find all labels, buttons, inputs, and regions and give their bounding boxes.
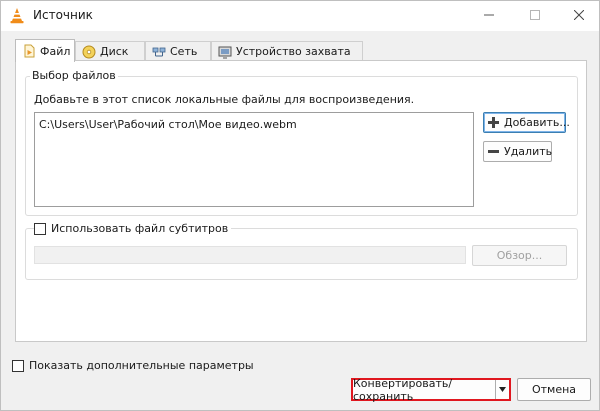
minimize-icon [484,14,494,16]
file-tab-panel: Выбор файлов Добавьте в этот список лока… [15,60,587,342]
maximize-button[interactable] [513,1,557,29]
use-subtitles-label: Использовать файл субтитров [51,222,229,235]
remove-button-label: Удалить [504,145,553,158]
disc-icon [82,45,96,58]
use-subtitles-checkbox-box[interactable] [34,222,46,235]
show-advanced-options-box[interactable] [12,359,24,372]
network-icon [152,47,166,56]
file-list[interactable]: C:\Users\User\Рабочий стол\Мое видео.web… [34,112,474,207]
chevron-down-icon [499,387,506,392]
subtitle-path-field [34,246,466,264]
add-button-label: Добавить... [504,116,570,129]
convert-dropdown-button[interactable] [496,380,509,399]
file-icon [24,44,35,58]
tab-disc[interactable]: Диск [75,41,145,61]
window-title: Источник [33,8,93,22]
convert-save-split-button: Конвертировать/сохранить [351,377,511,403]
file-selection-hint: Добавьте в этот список локальные файлы д… [34,93,415,106]
minus-icon [488,146,499,157]
add-button[interactable]: Добавить... [483,112,570,133]
remove-button[interactable]: Удалить [483,141,552,162]
file-selection-label: Выбор файлов [30,69,118,82]
show-advanced-options-label: Показать дополнительные параметры [29,359,254,372]
plus-icon [488,117,499,128]
source-dialog: Источник Файл Диск Сеть Устройство захва… [0,0,600,411]
close-button[interactable] [557,1,600,29]
convert-save-button[interactable]: Конвертировать/сохранить [353,377,496,403]
tab-network[interactable]: Сеть [145,41,211,61]
tab-disc-label: Диск [100,45,129,58]
use-subtitles-checkbox[interactable]: Использовать файл субтитров [34,222,232,235]
cancel-button[interactable]: Отмена [517,378,591,401]
vlc-cone-icon [10,8,24,24]
maximize-icon [530,10,540,20]
tab-capture-device-label: Устройство захвата [236,45,351,58]
tab-file[interactable]: Файл [15,39,75,62]
tab-file-label: Файл [40,44,71,58]
show-advanced-options-checkbox[interactable]: Показать дополнительные параметры [12,359,254,372]
title-bar: Источник [1,1,599,31]
capture-device-icon [218,46,232,58]
tab-network-label: Сеть [170,45,198,58]
tab-capture-device[interactable]: Устройство захвата [211,41,363,61]
list-item[interactable]: C:\Users\User\Рабочий стол\Мое видео.web… [39,118,297,131]
close-icon [574,10,584,20]
minimize-button[interactable] [467,1,511,29]
browse-button: Обзор... [472,245,567,266]
